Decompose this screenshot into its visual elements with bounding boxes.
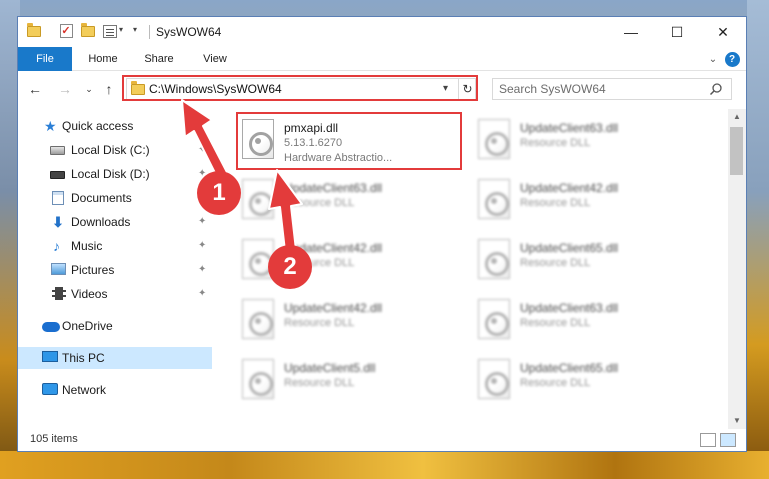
step-badge-1: 1 [197,171,241,215]
arrow-2 [268,169,303,252]
step-badge-2: 2 [268,245,312,289]
annotation-arrows [181,99,303,252]
